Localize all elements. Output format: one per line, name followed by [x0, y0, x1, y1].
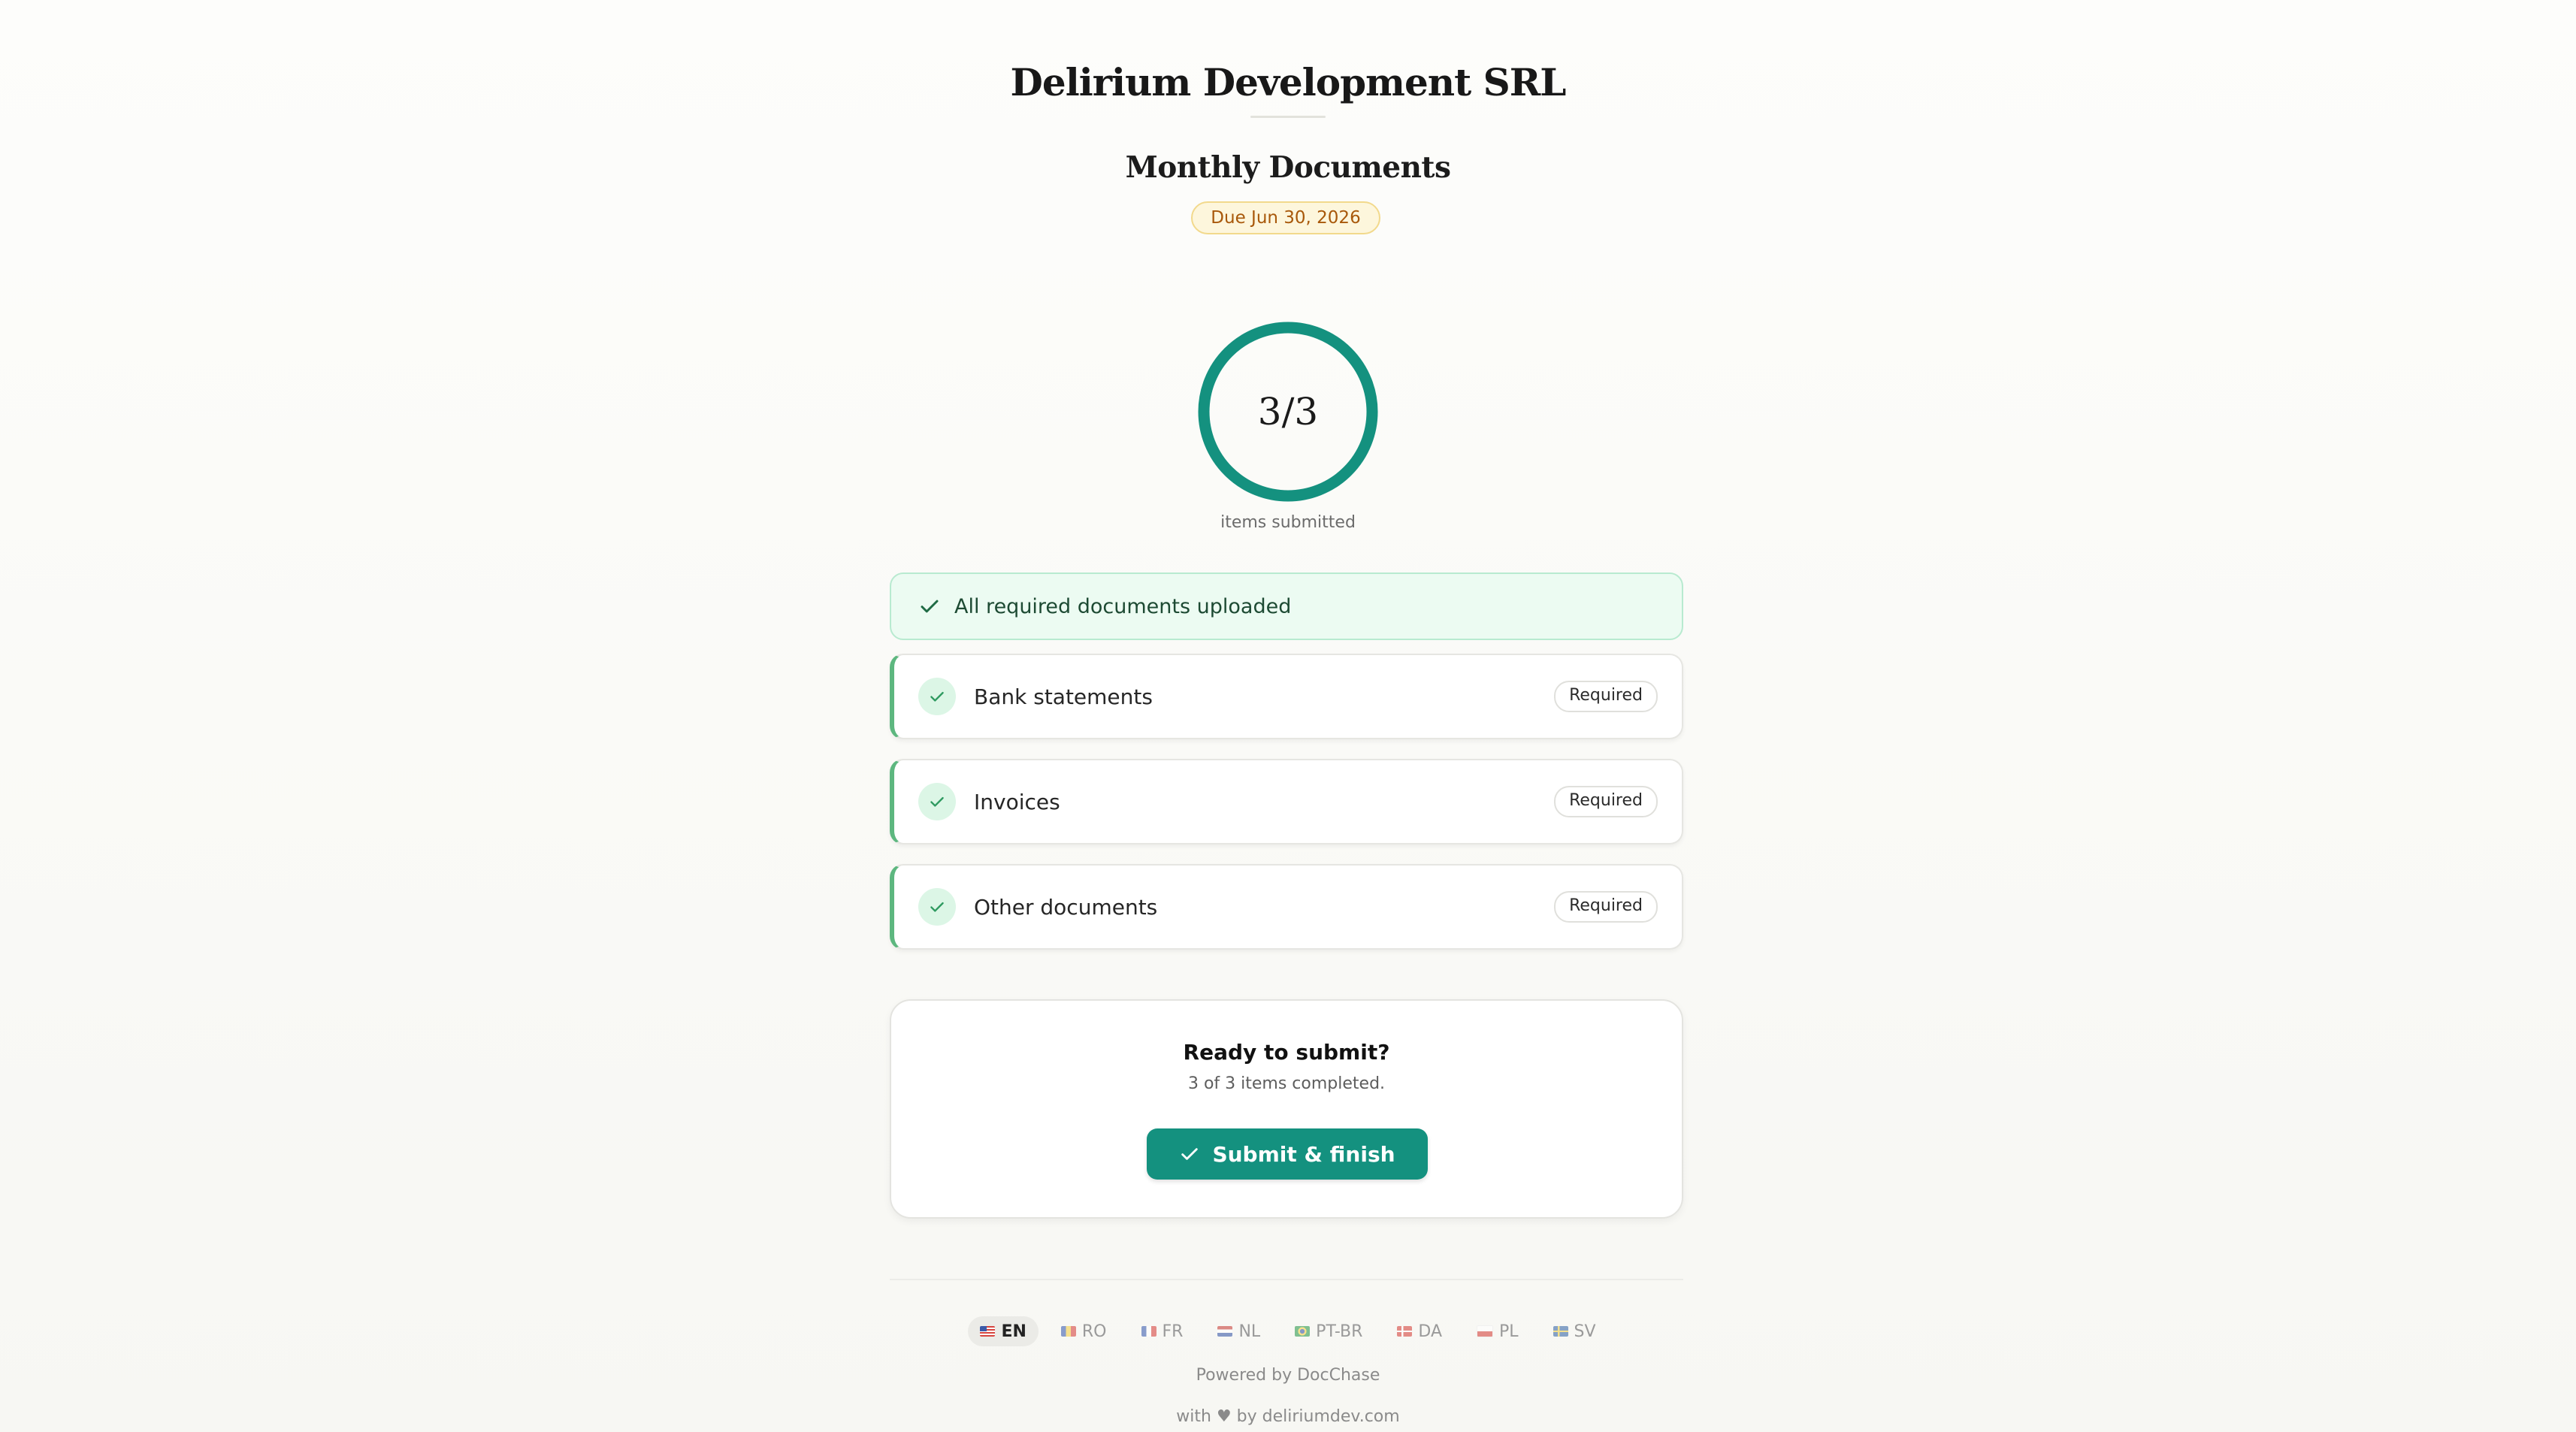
se-flag-icon [1553, 1326, 1568, 1337]
submit-card-title: Ready to submit? [1183, 1040, 1390, 1065]
lang-da[interactable]: DA [1385, 1316, 1454, 1346]
submit-card-subtitle: 3 of 3 items completed. [1187, 1074, 1386, 1093]
lang-nl[interactable]: NL [1205, 1316, 1272, 1346]
submit-finish-button[interactable]: Submit & finish [1147, 1128, 1428, 1180]
success-alert: All required documents uploaded [890, 572, 1683, 640]
submit-button-label: Submit & finish [1212, 1141, 1395, 1167]
dk-flag-icon [1397, 1326, 1413, 1337]
progress-caption: items submitted [1220, 513, 1356, 532]
pl-flag-icon [1477, 1325, 1493, 1337]
item-label: Other documents [974, 894, 1158, 920]
progress-ring: 3/3 [1195, 319, 1381, 505]
nl-flag-icon [1217, 1326, 1233, 1337]
item-label: Bank statements [974, 684, 1153, 709]
required-badge: Required [1554, 891, 1658, 923]
check-icon [918, 678, 956, 715]
us-flag-icon [980, 1326, 996, 1337]
lang-fr[interactable]: FR [1129, 1316, 1196, 1346]
made-with-text: with ♥ by deliriumdev.com [1176, 1407, 1400, 1426]
lang-sv[interactable]: SV [1541, 1316, 1608, 1346]
lang-pt-br[interactable]: PT-BR [1283, 1316, 1374, 1346]
lang-pl[interactable]: PL [1465, 1316, 1531, 1346]
br-flag-icon [1295, 1326, 1311, 1337]
document-item-bank-statements[interactable]: Bank statements Required [890, 654, 1683, 739]
check-icon [921, 600, 939, 613]
ro-flag-icon [1060, 1326, 1076, 1337]
lang-ro[interactable]: RO [1049, 1316, 1119, 1346]
title-divider [1250, 116, 1326, 118]
document-item-invoices[interactable]: Invoices Required [890, 759, 1683, 844]
lang-en[interactable]: EN [968, 1316, 1039, 1346]
page-title: Monthly Documents [1125, 150, 1451, 185]
due-date-badge: Due Jun 30, 2026 [1191, 201, 1380, 234]
company-name: Delirium Development SRL [1010, 60, 1567, 104]
powered-by-text: Powered by DocChase [1196, 1366, 1380, 1385]
required-badge: Required [1554, 786, 1658, 817]
check-icon [1181, 1148, 1199, 1160]
progress-count: 3/3 [1257, 390, 1319, 434]
item-label: Invoices [974, 789, 1060, 814]
check-icon [918, 888, 956, 926]
fr-flag-icon [1141, 1326, 1156, 1337]
check-icon [918, 783, 956, 820]
footer-divider [890, 1279, 1683, 1280]
submit-card: Ready to submit? 3 of 3 items completed.… [890, 999, 1683, 1219]
alert-text: All required documents uploaded [954, 594, 1292, 618]
document-item-other-documents[interactable]: Other documents Required [890, 864, 1683, 950]
required-badge: Required [1554, 681, 1658, 712]
language-switcher: EN RO FR NL PT-BR DA PL SV [950, 1316, 1626, 1346]
